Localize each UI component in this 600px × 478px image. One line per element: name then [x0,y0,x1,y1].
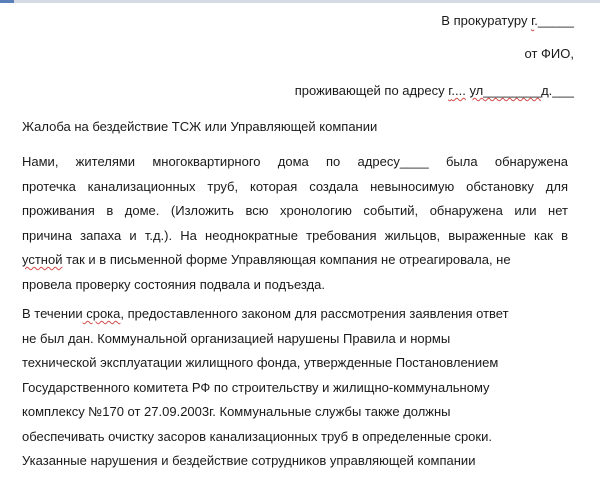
addressee-line: В прокуратуру г._____ [441,13,574,29]
paragraph-line: технической эксплуатации жилищного фонда… [22,355,499,370]
paragraph-line-start: В течении [22,306,83,321]
address-house-abbr: д. [541,83,553,98]
window-top-accent [0,0,14,3]
complaint-paragraph-2: В течении срока, предоставленного законо… [22,306,568,478]
spellcheck-word: устной [22,252,63,267]
window-top-border [0,0,600,3]
paragraph-line: Нами, жителями многоквартирного дома по … [22,154,568,169]
paragraph-line: обеспечивать очистку засоров канализацио… [22,428,492,444]
sender-name: от ФИО, [524,46,574,61]
paragraph-line: Указанные нарушения и бездействие сотруд… [22,453,476,468]
document-title: Жалоба на бездействие ТСЖ или Управляюще… [22,119,378,134]
paragraph-line-rest: , предоставленного законом для рассмотре… [120,306,509,321]
paragraph-line: провела проверку состояния подвала и под… [22,276,326,292]
spellcheck-word: срока [82,306,121,321]
paragraph-line-rest: так и в письменной форме Управляющая ком… [62,252,511,267]
paragraph-line: не был дан. Коммунальной организацией на… [22,330,451,346]
paragraph-line: Государственного комитета РФ по строител… [22,379,490,395]
address-street-abbr: ул [469,83,484,98]
paragraph-line: В течении срока, предоставленного законо… [22,306,568,331]
paragraph-line: протечка канализационных труб, которая с… [22,178,568,194]
address-prefix: проживающей по адресу [294,83,449,98]
sender-line: от ФИО, [525,46,574,62]
paragraph-line: проживания в доме. (Изложить всю хроноло… [22,203,568,218]
addressee-blank: ._____ [534,13,574,28]
paragraph-line: комплексу №170 от 27.09.2003г. Коммуналь… [22,404,451,419]
paragraph-line: устной так и в письменной форме Управляю… [22,252,568,277]
address-house-blank: ___ [552,83,574,98]
address-city-dots: .... [451,83,466,98]
addressee-prefix: В прокуратуру [441,13,532,28]
complaint-paragraph-1: Нами, жителями многоквартирного дома по … [22,154,568,301]
address-street-blank: ________ [483,83,542,98]
sender-address-line: проживающей по адресу г.... ул________д.… [295,83,574,99]
paragraph-line: причина запаха и т.д.). На неоднократные… [22,227,568,243]
